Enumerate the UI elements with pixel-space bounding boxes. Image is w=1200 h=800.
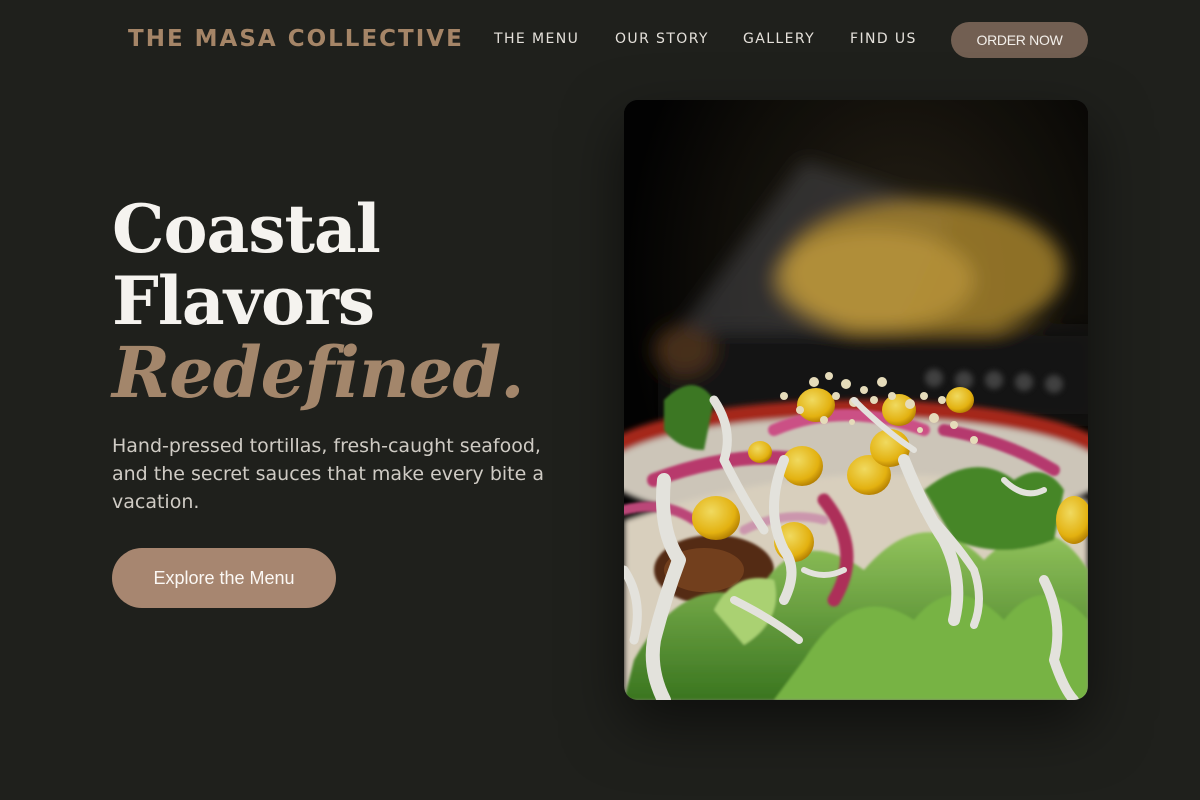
- hero-title-line-2: Flavors: [112, 262, 375, 340]
- hero-title: Coastal Flavors Redefined.: [112, 190, 525, 414]
- hero-title-accent: Redefined.: [112, 331, 525, 414]
- landing-page: THE MASA COLLECTIVE THE MENU OUR STORY G…: [0, 0, 1200, 800]
- nav-link-find-us[interactable]: FIND US: [850, 31, 917, 47]
- nav-link-the-menu[interactable]: THE MENU: [494, 31, 579, 47]
- hero-title-line-1: Coastal: [112, 190, 381, 268]
- order-now-button[interactable]: ORDER NOW: [951, 22, 1088, 58]
- hero-subtitle: Hand-pressed tortillas, fresh-caught sea…: [112, 435, 544, 513]
- taco-photo: [624, 100, 1088, 700]
- nav-link-gallery[interactable]: GALLERY: [743, 31, 815, 47]
- top-nav: THE MASA COLLECTIVE THE MENU OUR STORY G…: [0, 0, 1200, 78]
- nav-link-our-story[interactable]: OUR STORY: [615, 31, 709, 47]
- explore-menu-button[interactable]: Explore the Menu: [112, 548, 336, 608]
